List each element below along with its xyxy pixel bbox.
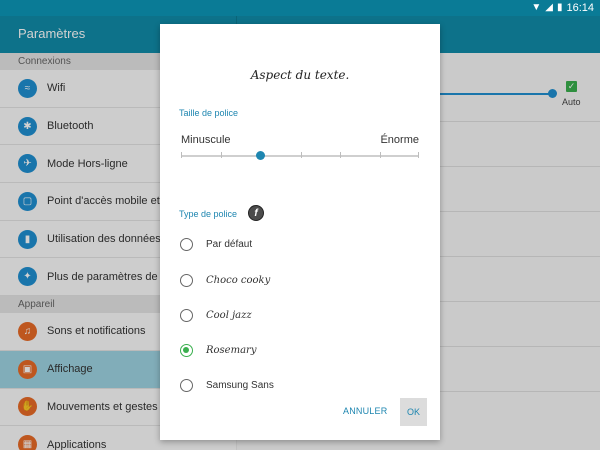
font-option-par-defaut[interactable]: Par défaut [180,234,252,254]
radio-button[interactable] [180,378,193,392]
font-option-choco-cooky[interactable]: Choco cooky [180,270,270,290]
ok-button[interactable]: OK [400,398,427,426]
wifi-signal-icon: ▼ [531,2,542,13]
slider-tick [301,152,302,158]
slider-tick [380,152,381,158]
battery-icon: ▮ [556,2,563,13]
radio-button[interactable] [180,237,193,251]
font-option-label: Par défaut [206,238,253,250]
font-option-label: Choco cooky [206,274,271,286]
clock: 16:14 [566,2,594,14]
slider-tick [181,152,182,158]
radio-button[interactable] [180,308,193,322]
font-option-label: Cool jazz [206,309,252,321]
slider-tick [221,152,222,158]
slider-tick [340,152,341,158]
font-size-label: Taille de police [179,108,239,118]
font-size-min-label: Minuscule [181,134,231,146]
download-fonts-icon[interactable]: f [248,205,264,221]
font-size-slider-thumb[interactable] [256,151,265,160]
font-option-rosemary[interactable]: Rosemary [180,340,256,360]
slider-tick [418,152,419,158]
font-dialog: Aspect du texte. Taille de police Minusc… [160,24,440,440]
font-option-label: Samsung Sans [206,379,274,391]
radio-button-selected[interactable] [180,343,193,357]
font-size-slider-track[interactable] [181,155,419,157]
font-option-label: Rosemary [206,344,257,356]
font-option-cool-jazz[interactable]: Cool jazz [180,305,252,325]
dialog-title: Aspect du texte. [250,68,350,82]
cell-signal-icon: ◢ [545,2,553,13]
radio-button[interactable] [180,273,193,287]
cancel-button[interactable]: ANNULER [343,406,387,416]
font-size-max-label: Énorme [380,134,419,146]
font-type-label: Type de police [179,209,238,219]
font-option-samsung-sans[interactable]: Samsung Sans [180,375,274,395]
status-bar: ▼ ◢ ▮ 16:14 [0,0,600,16]
